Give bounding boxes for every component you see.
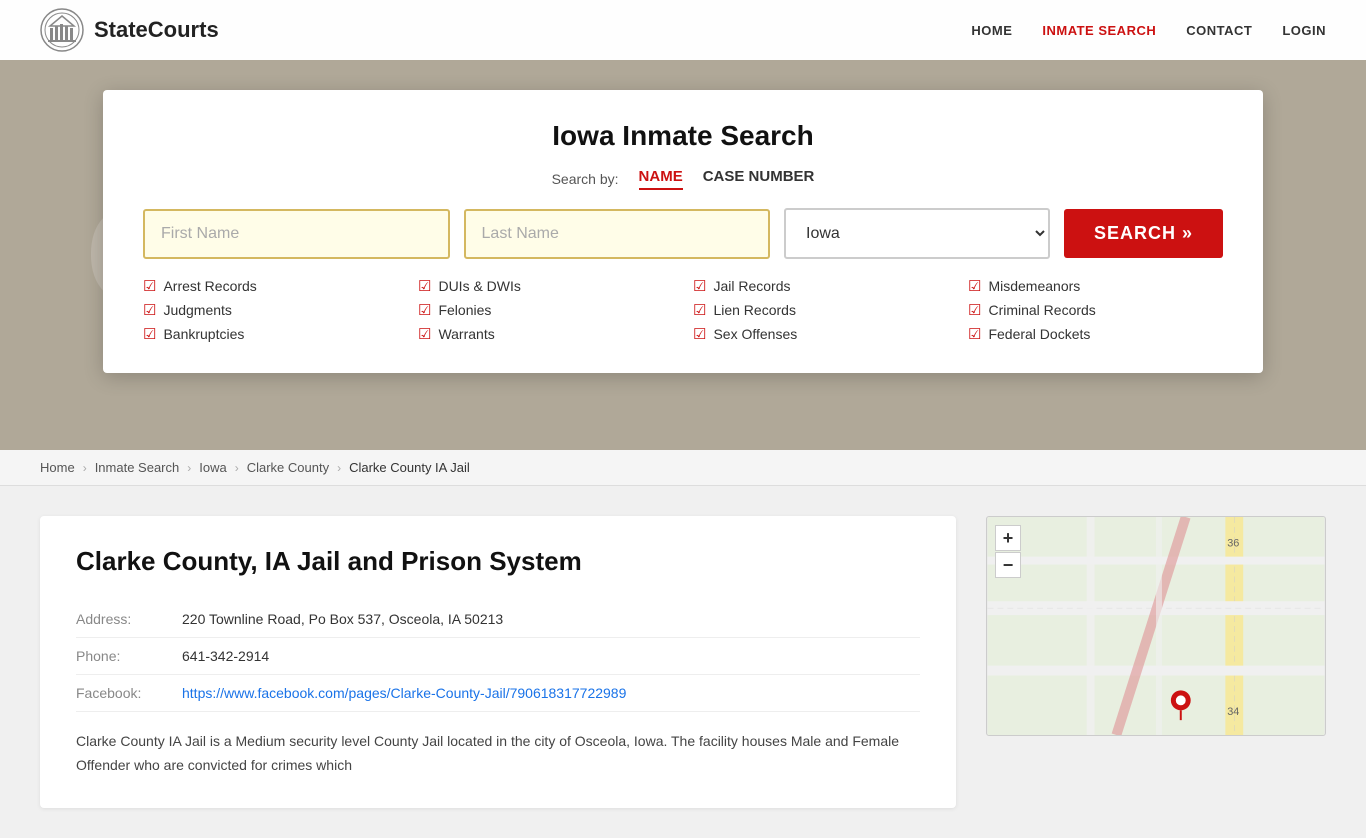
breadcrumb-home[interactable]: Home [40,460,75,475]
map-zoom-in[interactable]: + [995,525,1021,551]
breadcrumb-inmate-search[interactable]: Inmate Search [95,460,180,475]
search-card-title: Iowa Inmate Search [143,120,1223,152]
content-card: Clarke County, IA Jail and Prison System… [40,516,956,808]
svg-text:34: 34 [1227,706,1239,718]
check-item: ☑ Misdemeanors [968,277,1223,295]
check-label: Arrest Records [163,278,256,294]
check-label: Judgments [163,302,231,318]
phone-row: Phone: 641-342-2914 [76,638,920,675]
address-row: Address: 220 Townline Road, Po Box 537, … [76,601,920,638]
main-nav: HOME INMATE SEARCH CONTACT LOGIN [971,23,1326,38]
breadcrumb: Home › Inmate Search › Iowa › Clarke Cou… [0,450,1366,486]
breadcrumb-clarke-county[interactable]: Clarke County [247,460,329,475]
check-label: Bankruptcies [163,326,244,342]
state-select[interactable]: Iowa Alabama Alaska Arizona Arkansas Cal… [784,208,1050,259]
check-item: ☑ Bankruptcies [143,325,398,343]
content-left: Clarke County, IA Jail and Prison System… [40,516,956,808]
phone-label: Phone: [76,648,166,664]
first-name-input[interactable] [143,209,450,259]
breadcrumb-sep-1: › [83,461,87,475]
address-label: Address: [76,611,166,627]
check-item: ☑ Lien Records [693,301,948,319]
check-item: ☑ Judgments [143,301,398,319]
check-label: DUIs & DWIs [438,278,520,294]
check-item: ☑ Sex Offenses [693,325,948,343]
check-icon: ☑ [143,277,156,295]
check-icon: ☑ [418,277,431,295]
logo-text: StateCourts [94,17,219,43]
last-name-input[interactable] [464,209,771,259]
check-label: Warrants [438,326,494,342]
breadcrumb-sep-2: › [187,461,191,475]
tab-name[interactable]: NAME [639,168,683,190]
nav-login[interactable]: LOGIN [1282,23,1326,38]
check-item: ☑ Jail Records [693,277,948,295]
check-label: Lien Records [713,302,796,318]
check-icon: ☑ [693,277,706,295]
check-item: ☑ DUIs & DWIs [418,277,673,295]
check-item: ☑ Arrest Records [143,277,398,295]
map-container: 36 34 + − [986,516,1326,736]
check-icon: ☑ [143,325,156,343]
check-label: Jail Records [713,278,790,294]
nav-home[interactable]: HOME [971,23,1012,38]
check-icon: ☑ [968,277,981,295]
check-label: Criminal Records [988,302,1095,318]
check-label: Misdemeanors [988,278,1080,294]
breadcrumb-iowa[interactable]: Iowa [199,460,226,475]
search-by-row: Search by: NAME CASE NUMBER [143,168,1223,190]
nav-contact[interactable]: CONTACT [1186,23,1252,38]
map-zoom-out[interactable]: − [995,552,1021,578]
check-item: ☑ Warrants [418,325,673,343]
address-value: 220 Townline Road, Po Box 537, Osceola, … [182,611,503,627]
search-by-label: Search by: [552,171,619,187]
check-icon: ☑ [693,301,706,319]
breadcrumb-sep-4: › [337,461,341,475]
header: StateCourts HOME INMATE SEARCH CONTACT L… [0,0,1366,60]
breadcrumb-current: Clarke County IA Jail [349,460,470,475]
check-item: ☑ Federal Dockets [968,325,1223,343]
logo-icon [40,8,84,52]
phone-value: 641-342-2914 [182,648,269,664]
check-icon: ☑ [693,325,706,343]
search-button[interactable]: SEARCH » [1064,209,1223,258]
page-title: Clarke County, IA Jail and Prison System [76,546,920,577]
nav-inmate-search[interactable]: INMATE SEARCH [1042,23,1156,38]
map-svg: 36 34 [987,517,1325,735]
description-text: Clarke County IA Jail is a Medium securi… [76,730,920,778]
main-content: Clarke County, IA Jail and Prison System… [0,486,1366,838]
check-icon: ☑ [968,301,981,319]
content-right: 36 34 + − [986,516,1326,808]
svg-text:36: 36 [1227,538,1239,550]
tab-case-number[interactable]: CASE NUMBER [703,168,815,190]
hero-section: COURTHOUSE Iowa Inmate Search Search by:… [0,60,1366,450]
check-label: Sex Offenses [713,326,797,342]
check-icon: ☑ [968,325,981,343]
check-icon: ☑ [418,325,431,343]
check-icon: ☑ [418,301,431,319]
breadcrumb-sep-3: › [235,461,239,475]
check-label: Felonies [438,302,491,318]
facebook-row: Facebook: https://www.facebook.com/pages… [76,675,920,712]
logo-area[interactable]: StateCourts [40,8,219,52]
check-label: Federal Dockets [988,326,1090,342]
search-inputs-row: Iowa Alabama Alaska Arizona Arkansas Cal… [143,208,1223,259]
check-item: ☑ Felonies [418,301,673,319]
facebook-link[interactable]: https://www.facebook.com/pages/Clarke-Co… [182,685,626,701]
check-item: ☑ Criminal Records [968,301,1223,319]
check-icon: ☑ [143,301,156,319]
map-controls: + − [995,525,1021,578]
checks-grid: ☑ Arrest Records ☑ DUIs & DWIs ☑ Jail Records… [143,277,1223,343]
facebook-label: Facebook: [76,685,166,701]
search-card: Iowa Inmate Search Search by: NAME CASE … [103,90,1263,373]
